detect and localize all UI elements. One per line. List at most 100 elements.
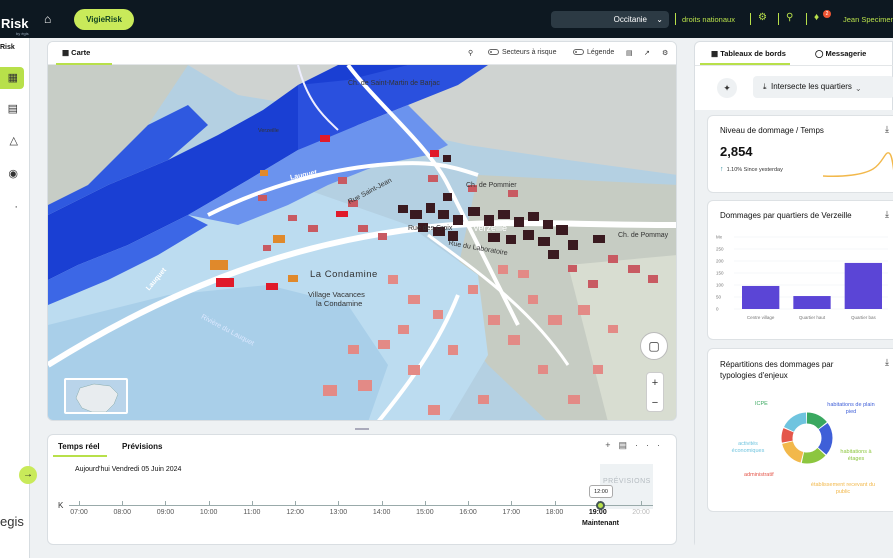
region-value: Occitanie bbox=[613, 15, 647, 24]
sidebar-item-dashboard[interactable]: ▦ bbox=[0, 67, 24, 89]
skip-start-icon[interactable]: K bbox=[58, 501, 63, 510]
timeline-hour-label[interactable]: 07:00 bbox=[64, 509, 94, 516]
timeline-hour-label[interactable]: 14:00 bbox=[367, 509, 397, 516]
external-link-icon[interactable]: ↗ bbox=[644, 49, 650, 57]
settings-icon[interactable]: ⚙ bbox=[662, 49, 668, 57]
timeline-hour-label[interactable]: 12:00 bbox=[280, 509, 310, 516]
donut-label: établissement recevant du public bbox=[810, 482, 876, 495]
donut-chart-title: Répartitions des dommages par typologies… bbox=[720, 360, 834, 380]
sidebar-item-reports[interactable]: ▤ bbox=[0, 98, 24, 120]
timeline-hour-label[interactable]: 10:00 bbox=[194, 509, 224, 516]
toggle-icon bbox=[488, 49, 499, 56]
sparkline bbox=[823, 152, 893, 177]
map-label: Ch. de Pommier bbox=[466, 182, 517, 189]
tab-dashboards[interactable]: ▦ Tableaux de bords bbox=[711, 49, 786, 58]
download-icon[interactable]: ⤓ bbox=[885, 209, 889, 220]
map-canvas[interactable] bbox=[48, 65, 677, 421]
download-icon[interactable]: ⤓ bbox=[885, 124, 889, 135]
france-map-icon bbox=[75, 383, 119, 412]
donut-chart bbox=[781, 412, 833, 464]
sidebar-item-layers[interactable]: ◉ bbox=[0, 163, 24, 185]
sidebar-expand-button[interactable]: → bbox=[19, 466, 37, 484]
print-icon[interactable]: ▤ bbox=[618, 440, 635, 450]
timeline-hour-label[interactable]: 16:00 bbox=[453, 509, 483, 516]
timeline-hour-label[interactable]: 15:00 bbox=[410, 509, 440, 516]
tab-map[interactable]: ▦ Carte bbox=[62, 48, 90, 57]
arrow-right-icon: → bbox=[23, 469, 33, 480]
timeline-hour-label[interactable]: 13:00 bbox=[323, 509, 353, 516]
bar[interactable] bbox=[844, 262, 882, 309]
timeline-hour-label[interactable]: 11:00 bbox=[237, 509, 267, 516]
intersect-select[interactable]: ⤓ Intersecte les quartiers ⌄ bbox=[753, 76, 893, 98]
region-select[interactable]: Occitanie ⌄ bbox=[551, 11, 669, 28]
filter-button[interactable]: ✦ bbox=[717, 78, 737, 98]
layers-icon: ◉ bbox=[8, 168, 18, 180]
alert-icon: △ bbox=[9, 135, 18, 147]
sidebar-item-more[interactable]: · bbox=[0, 196, 24, 218]
x-tick-label: Quartier haut bbox=[799, 315, 826, 320]
overview-minimap[interactable] bbox=[64, 378, 128, 414]
timeline-tick bbox=[295, 501, 297, 505]
sidebar-item-alerts[interactable]: △ bbox=[0, 130, 24, 152]
dashboard-icon: ▦ bbox=[711, 49, 719, 58]
timeline-hour-label[interactable]: 17:00 bbox=[496, 509, 526, 516]
timeline-tick bbox=[251, 501, 253, 505]
tab-underline bbox=[53, 455, 107, 457]
chevron-down-icon: ⌄ bbox=[856, 82, 861, 91]
chat-icon: ▢ bbox=[648, 339, 660, 353]
risk-sectors-toggle[interactable]: Secteurs à risque bbox=[488, 49, 556, 56]
kpi-trend: ↑ 1.10% Since yesterday bbox=[720, 166, 783, 173]
timeline-tick bbox=[468, 501, 470, 505]
grid-icon: ▦ bbox=[7, 72, 18, 84]
bar-chart-card: Dommages par quartiers de Verzeille ⤓ Mx… bbox=[707, 200, 893, 340]
brand-subtitle: by égis bbox=[16, 31, 29, 36]
timeline-tick bbox=[208, 501, 210, 505]
bar[interactable] bbox=[793, 296, 831, 309]
legend-toggle[interactable]: Légende bbox=[573, 49, 614, 56]
zoom-in-button[interactable]: + bbox=[647, 373, 663, 393]
y-tick-label: 0 bbox=[716, 307, 719, 312]
timeline-tick bbox=[79, 501, 80, 505]
map-place-label: la Condamine bbox=[316, 299, 363, 308]
tab-messages[interactable]: ◯ Messagerie bbox=[815, 49, 866, 58]
more-icon[interactable]: ··· bbox=[635, 440, 668, 450]
timeline-hour-label[interactable]: 18:00 bbox=[540, 509, 570, 516]
map-place-label: La Condamine bbox=[310, 269, 378, 280]
map-label: Verzeille bbox=[473, 223, 508, 233]
app-pill[interactable]: VigieRisk bbox=[74, 9, 134, 30]
zoom-out-button[interactable]: − bbox=[647, 393, 663, 413]
timeline-tick bbox=[381, 501, 383, 505]
zoom-control: + − bbox=[646, 372, 664, 412]
notification-badge: 2 bbox=[823, 10, 831, 18]
message-icon: ◯ bbox=[815, 49, 824, 58]
bar[interactable] bbox=[742, 285, 780, 309]
timeline-hour-label[interactable]: 20:00 bbox=[626, 509, 656, 516]
arrow-up-icon: ↑ bbox=[720, 166, 724, 173]
search-icon[interactable]: ⚲ bbox=[786, 12, 793, 23]
print-icon[interactable]: ▤ bbox=[626, 49, 633, 57]
y-tick-label: 250 bbox=[716, 247, 724, 252]
home-icon[interactable]: ⌂ bbox=[44, 12, 51, 26]
download-icon[interactable]: ⤓ bbox=[885, 357, 889, 368]
national-rights-link[interactable]: droits nationaux bbox=[682, 15, 735, 24]
add-icon[interactable]: + bbox=[605, 440, 618, 450]
bell-icon[interactable]: ♦ bbox=[814, 12, 819, 23]
timeline-cursor[interactable] bbox=[596, 501, 605, 510]
tab-forecast[interactable]: Prévisions bbox=[122, 442, 162, 451]
timeline-hour-label[interactable]: 09:00 bbox=[150, 509, 180, 516]
timeline-hour-label[interactable]: 19:00 bbox=[583, 509, 613, 516]
timeline-date: Aujourd'hui Vendredi 05 Juin 2024 bbox=[75, 466, 182, 473]
chevron-down-icon: ⌄ bbox=[656, 15, 663, 24]
map-card: ▦ Carte ⚲ Secteurs à risque Légende ▤ ↗ … bbox=[47, 41, 677, 421]
user-settings-icon[interactable]: ⚙ bbox=[758, 12, 767, 23]
top-bar: ⌂ VigieRisk Occitanie ⌄ droits nationaux… bbox=[0, 0, 893, 38]
timeline-axis[interactable] bbox=[69, 505, 653, 506]
divider bbox=[750, 13, 751, 25]
user-name[interactable]: Jean Specimen bbox=[843, 15, 893, 24]
map-search-icon[interactable]: ⚲ bbox=[468, 49, 473, 57]
timeline-hour-label[interactable]: 08:00 bbox=[107, 509, 137, 516]
resize-handle[interactable] bbox=[355, 428, 369, 430]
divider bbox=[778, 13, 779, 25]
tab-realtime[interactable]: Temps réel bbox=[58, 442, 100, 451]
chat-button[interactable]: ▢ bbox=[640, 332, 668, 360]
